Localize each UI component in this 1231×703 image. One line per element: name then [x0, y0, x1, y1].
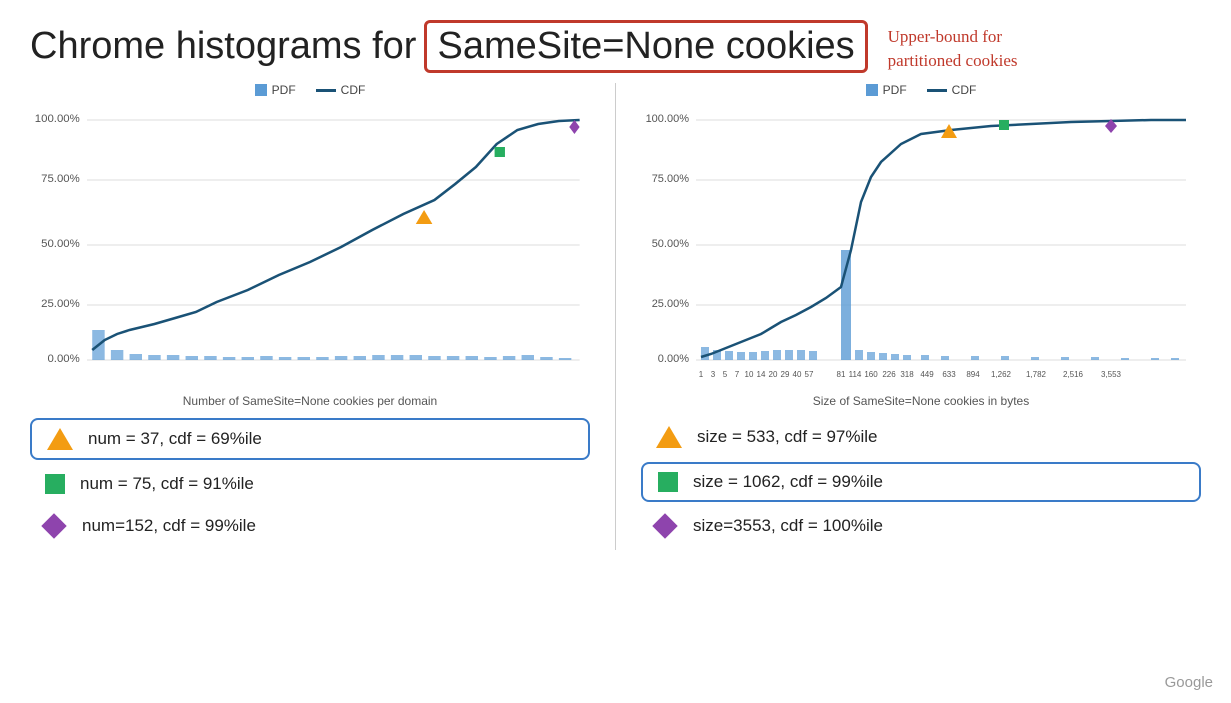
svg-text:100.00%: 100.00%	[646, 113, 690, 125]
charts-row: PDF CDF 100.00% 75.00% 50.00% 25.00% 0.0…	[30, 83, 1201, 550]
svg-text:226: 226	[882, 370, 896, 379]
svg-text:1: 1	[699, 370, 704, 379]
svg-text:1,262: 1,262	[991, 370, 1012, 379]
right-info-boxes: size = 533, cdf = 97%ile size = 1062, cd…	[641, 418, 1201, 544]
left-info-text-1: num = 37, cdf = 69%ile	[88, 429, 262, 449]
svg-text:25.00%: 25.00%	[652, 298, 690, 310]
annotation: Upper-bound for partitioned cookies	[888, 20, 1018, 73]
left-info-box-2: num = 75, cdf = 91%ile	[30, 466, 590, 502]
right-info-text-1: size = 533, cdf = 97%ile	[697, 427, 878, 447]
cdf-icon	[316, 89, 336, 92]
svg-text:318: 318	[900, 370, 914, 379]
left-info-text-3: num=152, cdf = 99%ile	[82, 516, 256, 536]
svg-text:3: 3	[711, 370, 716, 379]
right-chart-label: Size of SameSite=None cookies in bytes	[641, 394, 1201, 408]
triangle-icon-2	[656, 426, 682, 448]
right-chart-area: 100.00% 75.00% 50.00% 25.00% 0.00%	[641, 102, 1201, 392]
right-info-box-1: size = 533, cdf = 97%ile	[641, 418, 1201, 456]
svg-text:50.00%: 50.00%	[41, 238, 80, 250]
svg-text:633: 633	[942, 370, 956, 379]
left-chart-legend: PDF CDF	[30, 83, 590, 97]
svg-text:50.00%: 50.00%	[652, 238, 690, 250]
square-icon-1	[45, 474, 65, 494]
svg-text:114: 114	[849, 370, 862, 379]
left-chart-area: 100.00% 75.00% 50.00% 25.00% 0.00%	[30, 102, 590, 392]
svg-text:25.00%: 25.00%	[41, 298, 80, 310]
svg-text:894: 894	[966, 370, 980, 379]
svg-text:40: 40	[793, 370, 802, 379]
left-pdf-legend: PDF	[255, 83, 296, 97]
left-chart-container: PDF CDF 100.00% 75.00% 50.00% 25.00% 0.0…	[30, 83, 590, 550]
right-info-box-3: size=3553, cdf = 100%ile	[641, 508, 1201, 544]
svg-text:160: 160	[864, 370, 878, 379]
left-chart-label: Number of SameSite=None cookies per doma…	[30, 394, 590, 408]
pdf-icon-right	[866, 84, 878, 96]
divider	[615, 83, 616, 550]
main-title: Chrome histograms for SameSite=None cook…	[30, 20, 868, 73]
svg-text:57: 57	[805, 370, 814, 379]
right-pdf-legend: PDF	[866, 83, 907, 97]
svg-text:20: 20	[769, 370, 778, 379]
cdf-icon-right	[927, 89, 947, 92]
title-highlight: SameSite=None cookies	[424, 20, 867, 73]
svg-text:0.00%: 0.00%	[658, 353, 689, 365]
google-logo: Google	[1165, 674, 1213, 691]
svg-text:1,782: 1,782	[1026, 370, 1047, 379]
svg-text:75.00%: 75.00%	[652, 173, 690, 185]
title-prefix: Chrome histograms for	[30, 25, 416, 68]
diamond-icon-2	[652, 513, 677, 538]
left-info-text-2: num = 75, cdf = 91%ile	[80, 474, 254, 494]
svg-text:3,553: 3,553	[1101, 370, 1122, 379]
left-info-box-3: num=152, cdf = 99%ile	[30, 508, 590, 544]
page: Chrome histograms for SameSite=None cook…	[0, 0, 1231, 703]
svg-text:81: 81	[837, 370, 846, 379]
svg-text:10: 10	[745, 370, 754, 379]
left-info-box-1: num = 37, cdf = 69%ile	[30, 418, 590, 460]
diamond-icon-1	[41, 513, 66, 538]
svg-text:0.00%: 0.00%	[47, 353, 79, 365]
right-chart-svg: 100.00% 75.00% 50.00% 25.00% 0.00%	[641, 102, 1201, 382]
right-info-text-2: size = 1062, cdf = 99%ile	[693, 472, 883, 492]
svg-text:14: 14	[757, 370, 766, 379]
right-cdf-legend: CDF	[927, 83, 977, 97]
pdf-icon	[255, 84, 267, 96]
right-chart-legend: PDF CDF	[641, 83, 1201, 97]
left-chart-svg: 100.00% 75.00% 50.00% 25.00% 0.00%	[30, 102, 590, 382]
left-info-boxes: num = 37, cdf = 69%ile num = 75, cdf = 9…	[30, 418, 590, 544]
svg-text:5: 5	[723, 370, 728, 379]
right-info-text-3: size=3553, cdf = 100%ile	[693, 516, 883, 536]
right-chart-container: PDF CDF 100.00% 75.00% 50.00% 25.00% 0.0…	[641, 83, 1201, 550]
svg-text:100.00%: 100.00%	[35, 113, 80, 125]
left-cdf-legend: CDF	[316, 83, 366, 97]
square-icon-2	[658, 472, 678, 492]
svg-text:75.00%: 75.00%	[41, 173, 80, 185]
svg-text:449: 449	[920, 370, 934, 379]
triangle-icon-1	[47, 428, 73, 450]
svg-text:29: 29	[781, 370, 790, 379]
title-row: Chrome histograms for SameSite=None cook…	[30, 20, 1201, 73]
svg-text:2,516: 2,516	[1063, 370, 1084, 379]
svg-text:7: 7	[735, 370, 740, 379]
right-info-box-2: size = 1062, cdf = 99%ile	[641, 462, 1201, 502]
